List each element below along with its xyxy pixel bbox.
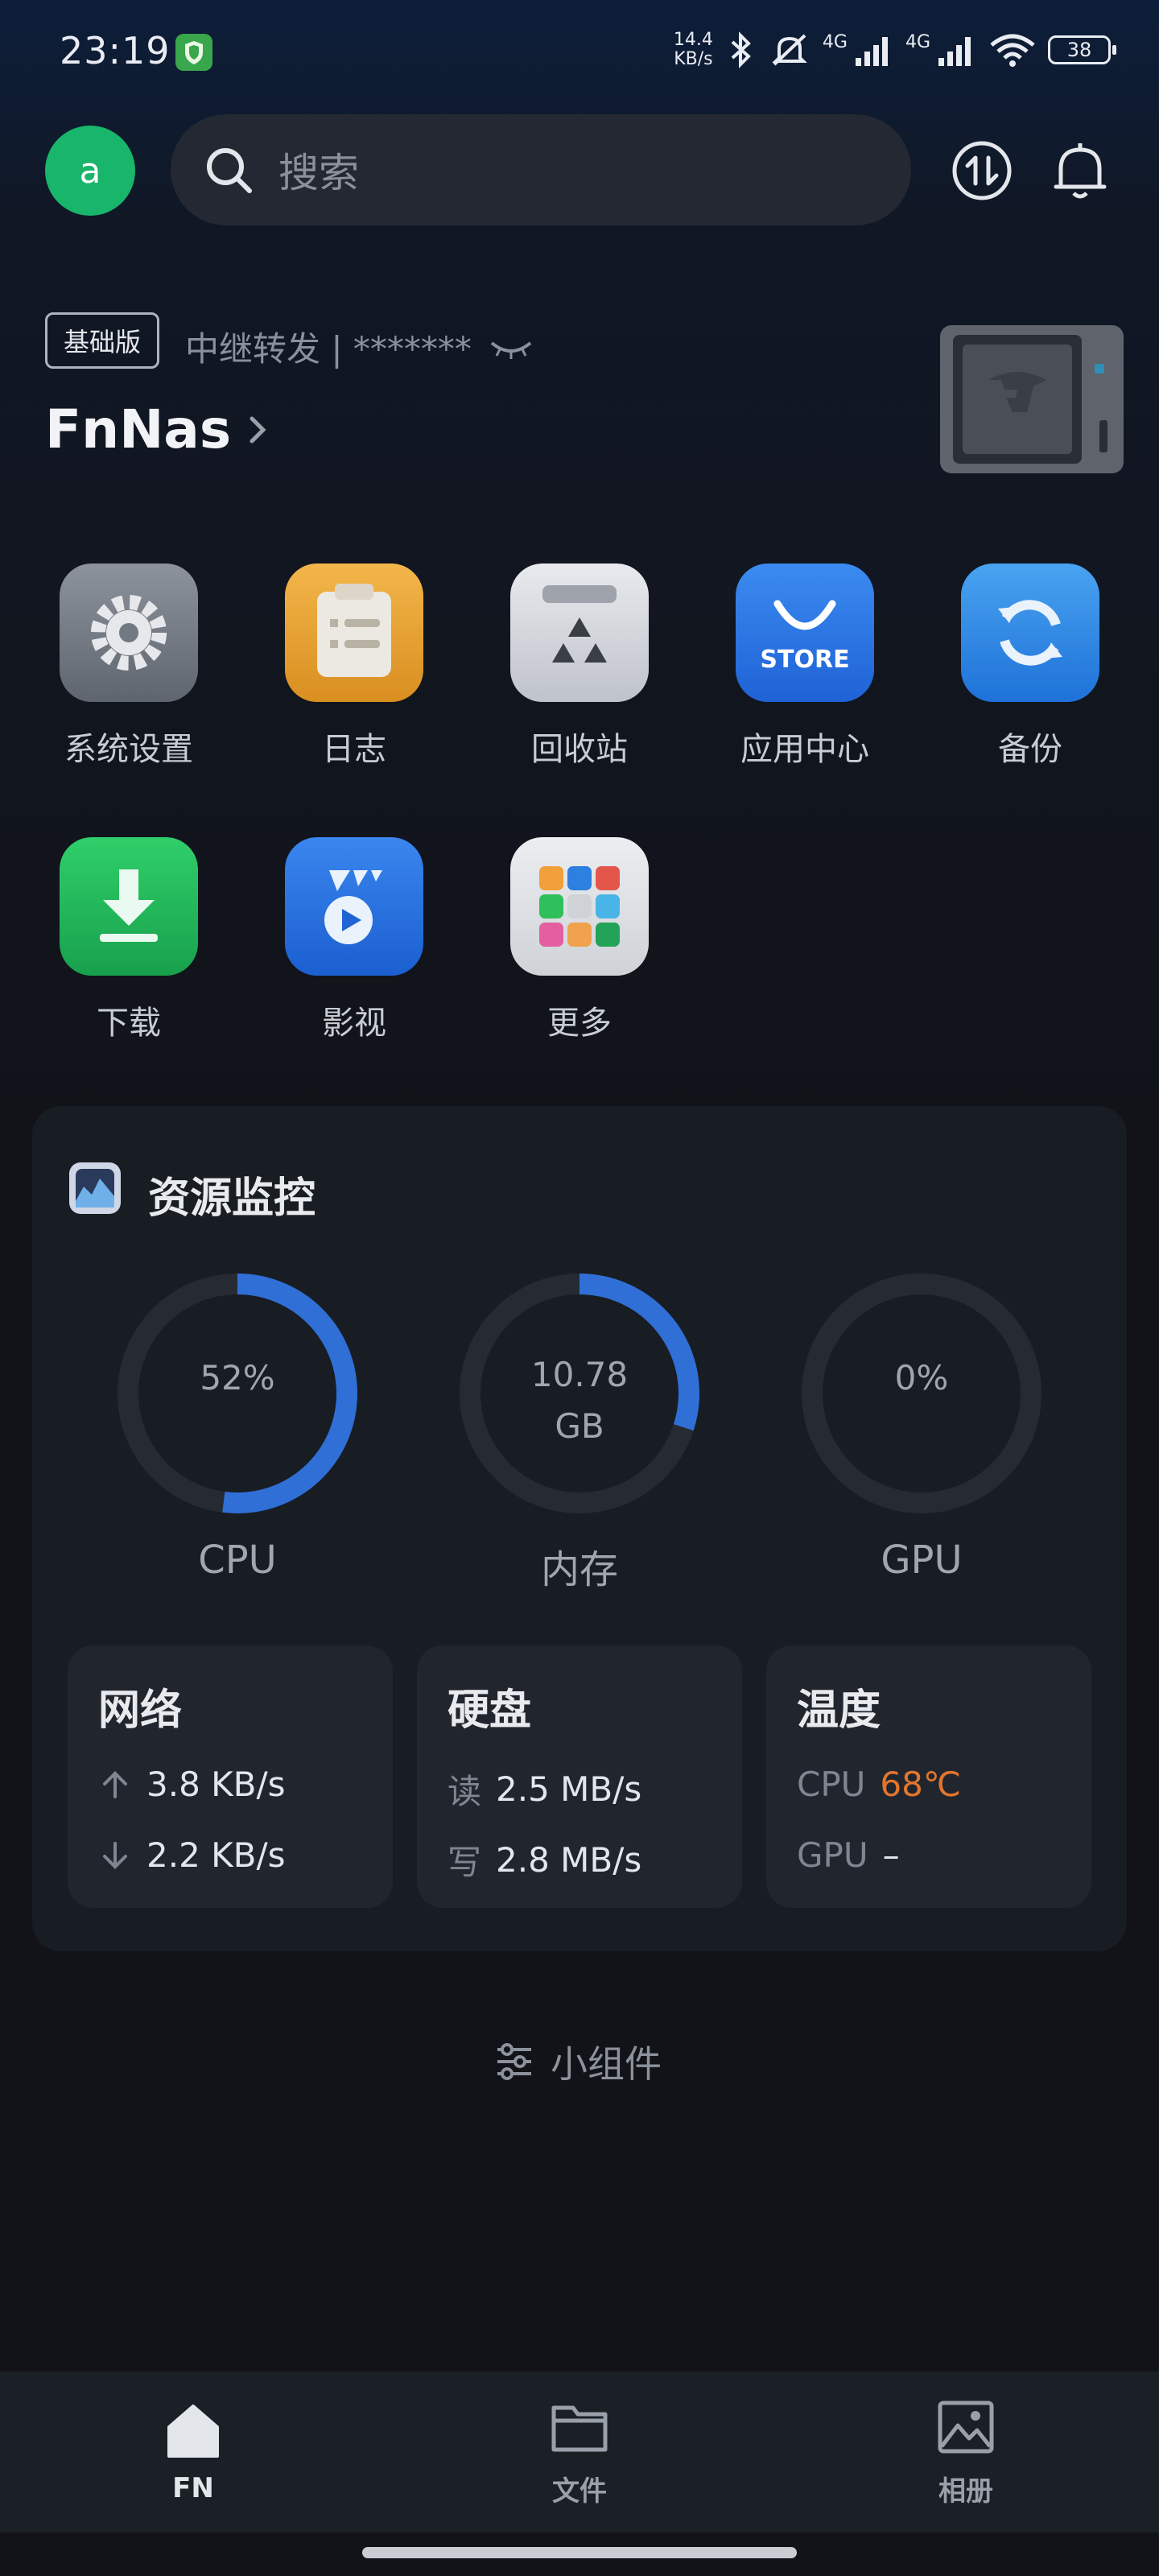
network-title: 网络 [98, 1686, 183, 1735]
app-recycle-bin[interactable]: 回收站 [499, 564, 660, 770]
video-icon [324, 870, 382, 944]
cpu-gauge-label: CPU [198, 1538, 277, 1583]
home-indicator[interactable] [362, 2547, 797, 2558]
network-download: 2.2 KB/s [98, 1835, 286, 1875]
app-download[interactable]: 下载 [48, 837, 209, 1043]
nav-label-fn: FN [172, 2472, 214, 2504]
search-bar[interactable]: 搜索 [171, 114, 911, 225]
more-icon [539, 866, 620, 947]
battery-icon: 38 [1048, 35, 1116, 64]
download-icon [100, 869, 158, 942]
nav-label-photos: 相册 [938, 2475, 993, 2508]
gpu-gauge-label: GPU [881, 1538, 963, 1583]
app-label: 影视 [322, 1005, 386, 1042]
nav-item-fn[interactable]: FN [72, 2400, 314, 2504]
chart-icon [69, 1162, 121, 1214]
app-store[interactable]: STORE 应用中心 [724, 564, 885, 770]
app-label: 应用中心 [740, 731, 869, 768]
app-more[interactable]: 更多 [499, 837, 660, 1043]
avatar[interactable]: a [45, 126, 135, 216]
network-stat: 网络 3.8 KB/s 2.2 KB/s [68, 1645, 393, 1908]
nav-item-files[interactable]: 文件 [459, 2396, 700, 2508]
disk-read: 读 2.5 MB/s [448, 1769, 642, 1811]
widgets-label: 小组件 [551, 2042, 662, 2086]
search-icon [207, 148, 252, 193]
app-label: 更多 [547, 1005, 612, 1042]
monitor-title: 资源监控 [148, 1174, 316, 1223]
bell-icon[interactable] [1048, 138, 1112, 203]
arrow-down-icon [103, 1841, 127, 1869]
device-name[interactable]: FnNas [45, 398, 270, 460]
nas-device-image [940, 325, 1124, 473]
avatar-letter: a [79, 150, 101, 192]
nav-label-files: 文件 [552, 2475, 607, 2508]
bottom-nav: FN 文件 相册 [0, 2372, 1159, 2533]
gpu-temperature: GPU – [797, 1835, 900, 1875]
chevron-right-icon [250, 416, 266, 443]
settings-icon [91, 595, 167, 671]
app-log[interactable]: 日志 [274, 564, 435, 770]
widgets-button[interactable]: 小组件 [494, 2035, 662, 2088]
gpu-gauge-value: 0% [894, 1358, 949, 1397]
app-label: 备份 [998, 731, 1062, 768]
arrow-up-icon [103, 1770, 127, 1798]
app-label: 系统设置 [64, 731, 193, 768]
network-upload: 3.8 KB/s [98, 1765, 286, 1804]
store-icon [773, 600, 836, 630]
status-indicators: 14.4 KB/s 4G 4G 38 [673, 30, 1116, 69]
app-label: 下载 [97, 1005, 161, 1042]
relay-text: 中继转发 | ******* [185, 329, 472, 369]
folder-icon [551, 2405, 608, 2451]
app-video[interactable]: 影视 [274, 837, 435, 1043]
disk-write: 写 2.8 MB/s [448, 1840, 642, 1882]
tier-badge: 基础版 [45, 312, 160, 369]
network-speed: 14.4 KB/s [673, 30, 713, 69]
transfer-icon[interactable] [950, 138, 1014, 203]
bluetooth-icon [731, 31, 751, 68]
backup-icon [998, 600, 1062, 666]
store-badge-text: STORE [760, 645, 850, 674]
recycle-icon [542, 585, 617, 663]
signal-icon [855, 37, 888, 66]
app-label: 日志 [322, 731, 386, 768]
relay-status[interactable]: 中继转发 | ******* [185, 322, 534, 371]
status-time: 23:19 [60, 29, 171, 72]
eye-closed-icon[interactable] [489, 336, 534, 361]
app-shield-icon [175, 34, 212, 71]
home-icon [167, 2405, 219, 2458]
memory-gauge-label: 内存 [540, 1547, 618, 1592]
signal-label-2: 4G [905, 31, 930, 52]
disk-stat: 硬盘 读 2.5 MB/s 写 2.8 MB/s [417, 1645, 742, 1908]
signal-label-1: 4G [822, 31, 848, 52]
mute-icon [772, 34, 807, 66]
search-placeholder: 搜索 [278, 150, 359, 196]
device-name-text: FnNas [45, 398, 232, 460]
app-backup[interactable]: 备份 [950, 564, 1111, 770]
signal-icon-2 [938, 37, 971, 66]
wifi-icon [990, 34, 1035, 67]
disk-title: 硬盘 [448, 1686, 532, 1735]
sliders-icon [497, 2043, 531, 2080]
temperature-stat: 温度 CPU 68℃ GPU – [766, 1645, 1091, 1908]
cpu-temperature: CPU 68℃ [797, 1765, 962, 1804]
memory-gauge-value: 10.78 GB [530, 1355, 629, 1446]
photo-icon [938, 2401, 994, 2453]
app-label: 回收站 [531, 731, 628, 768]
app-system-settings[interactable]: 系统设置 [48, 564, 209, 770]
log-icon [317, 584, 391, 677]
temperature-title: 温度 [797, 1686, 881, 1735]
nav-item-photos[interactable]: 相册 [845, 2396, 1087, 2508]
cpu-gauge-value: 52% [200, 1358, 275, 1397]
